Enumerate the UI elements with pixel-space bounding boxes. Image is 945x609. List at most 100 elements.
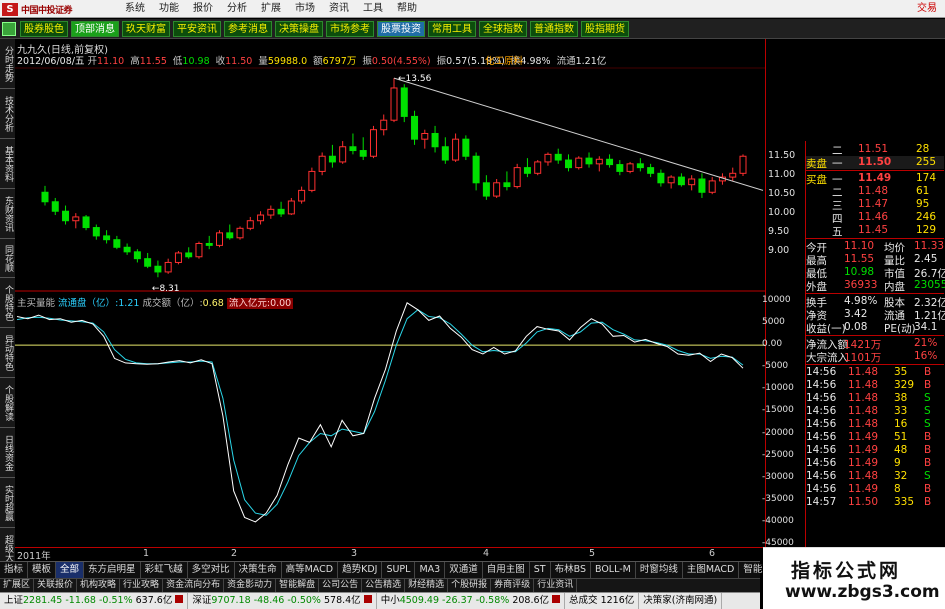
stat-row: 收益(一) 0.08 PE(动) 34.1 bbox=[806, 321, 944, 335]
candle-body bbox=[349, 146, 357, 152]
extension-tab[interactable]: 扩展区 bbox=[0, 579, 35, 592]
indicator-tab[interactable]: 趋势KDJ bbox=[338, 562, 383, 578]
bid-row: 五 11.45 129 bbox=[806, 224, 944, 238]
toolbar-tab[interactable]: 决策操盘 bbox=[275, 21, 323, 37]
sidebar-tab[interactable]: 东财资讯 bbox=[0, 189, 15, 239]
menu-item[interactable]: 报价 bbox=[186, 0, 220, 18]
status-bar: 上证2281.45 -11.68 -0.51% 637.6亿 深证9707.18 … bbox=[0, 592, 760, 609]
index-amount: 578.4亿 bbox=[323, 595, 361, 606]
menu-item[interactable]: 资讯 bbox=[322, 0, 356, 18]
indicator-tab[interactable]: 布林BS bbox=[551, 562, 591, 578]
extension-tab[interactable]: 财经精选 bbox=[405, 579, 449, 592]
stat-row: 净资 3.42 流通 1.21亿 bbox=[806, 308, 945, 322]
extension-tab[interactable]: 行业攻略 bbox=[120, 579, 164, 592]
toolbar-tab[interactable]: 股指期货 bbox=[581, 21, 629, 37]
sidebar-tab[interactable]: 分时走势 bbox=[0, 39, 15, 89]
separator bbox=[806, 238, 944, 239]
menu-item[interactable]: 工具 bbox=[356, 0, 390, 18]
sidebar-tab[interactable]: 日线资金 bbox=[0, 428, 15, 478]
ohlc-label: 振 bbox=[436, 56, 447, 67]
index-ticker[interactable]: 中小4509.49 -26.37 -0.58% 208.6亿 bbox=[377, 593, 566, 609]
sidebar-tab[interactable]: 个股特色 bbox=[0, 278, 15, 328]
indicator-tab[interactable]: 自用主图 bbox=[483, 562, 530, 578]
toolbar-tab[interactable]: 常用工具 bbox=[428, 21, 476, 37]
extension-tab[interactable]: 公司公告 bbox=[319, 579, 363, 592]
toolbar-tab[interactable]: 股券股色 bbox=[20, 21, 68, 37]
menu-item[interactable]: 帮助 bbox=[390, 0, 424, 18]
index-ticker[interactable]: 上证2281.45 -11.68 -0.51% 637.6亿 bbox=[0, 593, 189, 609]
menu-item[interactable]: 分析 bbox=[220, 0, 254, 18]
ohlc-value: 10.98 bbox=[182, 56, 210, 67]
indicator-tab[interactable]: 全部 bbox=[56, 562, 85, 578]
indicator-tab[interactable]: 模板 bbox=[28, 562, 57, 578]
extension-tab[interactable]: 行业资讯 bbox=[534, 579, 578, 592]
menu-item[interactable]: 扩展 bbox=[254, 0, 288, 18]
toolbar-tab[interactable]: 股票投资 bbox=[377, 21, 425, 37]
indicator-tab[interactable]: 决策生命 bbox=[235, 562, 282, 578]
extension-tab[interactable]: 资金影动力 bbox=[224, 579, 277, 592]
extension-tab[interactable]: 智能解盘 bbox=[276, 579, 320, 592]
indicator-tab[interactable]: 高等MACD bbox=[282, 562, 339, 578]
index-value: 9707.18 bbox=[211, 595, 251, 606]
indicator-tab[interactable]: 彩虹飞越 bbox=[141, 562, 188, 578]
indicator-tab[interactable]: ST bbox=[530, 562, 551, 578]
extension-tab[interactable]: 关联报价 bbox=[34, 579, 78, 592]
indicator-tab[interactable]: 主图MACD bbox=[683, 562, 740, 578]
tick-time: 14:56 bbox=[806, 457, 837, 469]
indicator-tab[interactable]: MA3 bbox=[415, 562, 446, 578]
extension-tab[interactable]: 券商评级 bbox=[491, 579, 535, 592]
indicator-tab[interactable]: 多空对比 bbox=[188, 562, 235, 578]
tick-row: 14:56 11.49 51 B bbox=[806, 431, 944, 444]
sidebar-tab[interactable]: 异动特色 bbox=[0, 328, 15, 378]
extension-tab[interactable]: 公告精选 bbox=[362, 579, 406, 592]
menu-item[interactable]: 市场 bbox=[288, 0, 322, 18]
menu-item[interactable]: 功能 bbox=[152, 0, 186, 18]
extension-tab[interactable]: 个股研报 bbox=[448, 579, 492, 592]
toolbar-tab[interactable]: 全球指数 bbox=[479, 21, 527, 37]
chart-area[interactable]: ←13.56 ←8.31 九九久(日线,前复权) 2012/06/08/五 开11.… bbox=[15, 39, 765, 547]
separator bbox=[806, 335, 944, 336]
candle-body bbox=[339, 146, 347, 163]
candle-body bbox=[298, 189, 306, 202]
candle-body bbox=[431, 132, 439, 148]
indicator-tab[interactable]: SUPL bbox=[382, 562, 416, 578]
toolbar-tab[interactable]: 平安资讯 bbox=[173, 21, 221, 37]
indicator-tab[interactable]: 双通道 bbox=[445, 562, 483, 578]
stat-value: 36933 bbox=[844, 279, 878, 291]
toolbar-tab[interactable]: 玖天财富 bbox=[122, 21, 170, 37]
trade-button[interactable]: 交易 bbox=[917, 0, 937, 18]
sidebar-tab[interactable]: 基本资料 bbox=[0, 139, 15, 189]
stat-row: 最低 10.98 市值 26.7亿 bbox=[806, 266, 945, 280]
time-axis: 2011年 1 2 3 4 5 6 bbox=[15, 547, 765, 562]
index-amount: 637.6亿 bbox=[135, 595, 173, 606]
tick-side: S bbox=[924, 470, 931, 482]
sidebar-tab[interactable]: 个股解读 bbox=[0, 378, 15, 428]
tick-price: 11.49 bbox=[848, 431, 879, 443]
index-ticker[interactable]: 深证9707.18 -48.46 -0.50% 578.4亿 bbox=[188, 593, 377, 609]
start-icon[interactable] bbox=[2, 22, 16, 36]
sidebar-tab[interactable]: 同花顺 bbox=[0, 239, 15, 278]
candle-body bbox=[41, 191, 49, 203]
depth-volume: 246 bbox=[916, 211, 937, 223]
menu-item[interactable]: 系统 bbox=[118, 0, 152, 18]
tick-price: 11.50 bbox=[848, 496, 879, 508]
indicator-tab[interactable]: BOLL-M bbox=[591, 562, 636, 578]
extension-tab[interactable]: 资金流向分布 bbox=[163, 579, 225, 592]
toolbar-tab[interactable]: 普通指数 bbox=[530, 21, 578, 37]
toolbar-tab[interactable]: 顶部消息 bbox=[71, 21, 119, 37]
sidebar-tab[interactable]: 技术分析 bbox=[0, 89, 15, 139]
menu-bar: S 中国中投证券 系统 功能 报价 分析 扩展 市场 资讯 工具 帮助 交易 bbox=[0, 0, 945, 18]
tick-row: 14:56 11.48 16 S bbox=[806, 418, 944, 431]
sidebar-tab[interactable]: 实时超赢 bbox=[0, 478, 15, 528]
indicator-tab[interactable]: 东方启明星 bbox=[84, 562, 141, 578]
candle-body bbox=[82, 216, 90, 229]
indicator-tab[interactable]: 指标 bbox=[0, 562, 29, 578]
ohlc-value: 11.50 bbox=[225, 56, 253, 67]
candle-body bbox=[103, 235, 111, 241]
toolbar-tab[interactable]: 参考消息 bbox=[224, 21, 272, 37]
money-flow-badge: 流入亿元:0.00 bbox=[226, 298, 294, 309]
ohlc-label: 高 bbox=[130, 56, 140, 67]
indicator-tab[interactable]: 时窗均线 bbox=[636, 562, 683, 578]
toolbar-tab[interactable]: 市场参考 bbox=[326, 21, 374, 37]
extension-tab[interactable]: 机构攻略 bbox=[77, 579, 121, 592]
